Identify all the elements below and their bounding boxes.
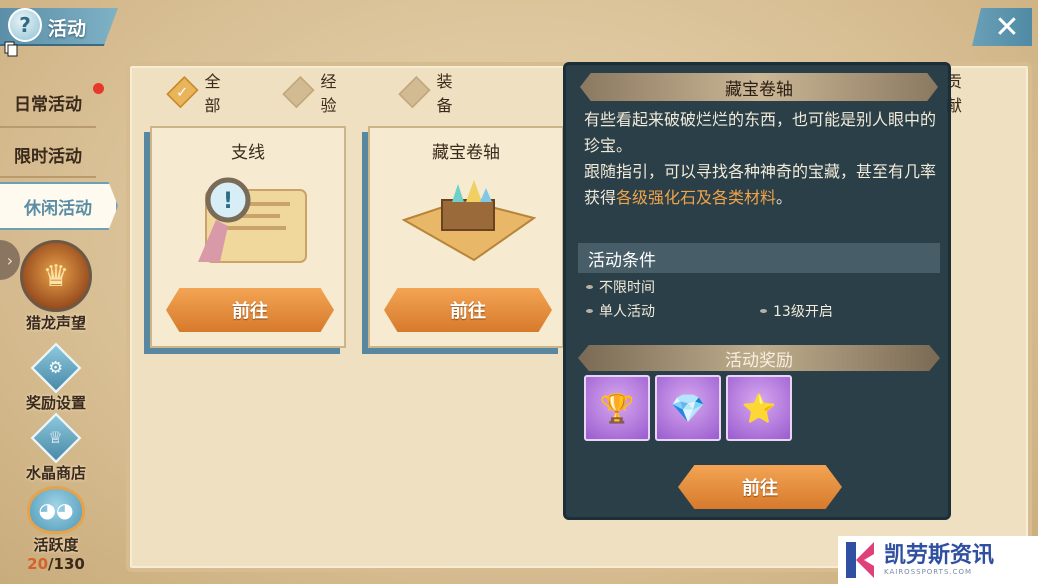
check-icon: ✓ — [166, 76, 199, 108]
filter-diamond-icon — [398, 76, 431, 108]
filter-diamond-icon — [282, 76, 315, 108]
document-icon — [4, 41, 18, 57]
quest-scroll-icon: ! — [176, 170, 324, 274]
crystal-shop-icon: ♕ — [30, 412, 82, 464]
activity-detail-popup: 藏宝卷轴 有些看起来破破烂烂的东西，也可能是别人眼中的珍宝。 跟随指引，可以寻找… — [563, 62, 951, 520]
nav-item-label: 限时活动 — [14, 146, 82, 167]
dragon-emblem-icon: ♛ — [20, 240, 92, 312]
help-icon[interactable]: ? — [8, 8, 42, 42]
condition-item: 单人活动 — [586, 301, 655, 321]
side-button-reward-settings[interactable]: ⚙ 奖励设置 — [14, 342, 98, 413]
card-title: 藏宝卷轴 — [432, 143, 500, 163]
go-button[interactable]: 前往 — [166, 288, 334, 332]
activity-card-treasure-scroll[interactable]: 藏宝卷轴 前往 — [368, 126, 564, 348]
filter-label: 全部 — [204, 72, 221, 115]
gold-star-icon[interactable]: ⭐ — [726, 375, 792, 441]
filter-exp[interactable]: 经验 — [282, 72, 344, 115]
condition-item: 13级开启 — [760, 301, 833, 321]
go-button[interactable]: 前往 — [384, 288, 552, 332]
go-button[interactable]: 前往 — [678, 465, 842, 509]
mascot-icon: ◕◕ — [27, 486, 85, 534]
gear-icon: ⚙ — [30, 342, 82, 394]
watermark: 凯劳斯资讯 KAIROSSPORTS.COM — [838, 536, 1038, 584]
nav-divider — [0, 176, 96, 178]
desc-line-2: 跟随指引，可以寻找各种神奇的宝藏，甚至有几率获得各级强化石及各类材料。 — [584, 162, 937, 207]
side-button-dragon-reputation[interactable]: ♛ 猎龙声望 — [14, 240, 98, 333]
nav-divider — [0, 126, 96, 128]
nav-item-daily[interactable]: 日常活动 — [0, 82, 100, 122]
side-button-crystal-shop[interactable]: ♕ 水晶商店 — [14, 412, 98, 483]
nav-item-label: 休闲活动 — [24, 198, 92, 219]
filter-all[interactable]: ✓ 全部 — [166, 72, 228, 115]
activity-card-side-quest[interactable]: 支线 ! 前往 — [150, 126, 346, 348]
activity-current: 20 — [27, 555, 49, 573]
popup-description: 有些看起来破破烂烂的东西，也可能是别人眼中的珍宝。 跟随指引，可以寻找各种神奇的… — [584, 107, 940, 211]
logo-icon — [846, 542, 874, 578]
watermark-subtitle: KAIROSSPORTS.COM — [884, 568, 973, 576]
rewards-header: 活动奖励 — [578, 345, 940, 371]
notification-badge — [93, 83, 104, 94]
svg-text:!: ! — [223, 189, 233, 214]
watermark-title: 凯劳斯资讯 — [884, 543, 995, 568]
side-button-label: 奖励设置 — [25, 394, 86, 412]
page-title: 活动 — [48, 18, 87, 40]
activity-count: 20/130 — [14, 555, 98, 573]
nav-item-casual[interactable]: 休闲活动 — [0, 182, 118, 230]
desc-line-1: 有些看起来破破烂烂的东西，也可能是别人眼中的珍宝。 — [584, 110, 937, 155]
side-button-label: 水晶商店 — [25, 464, 86, 482]
filter-equipment[interactable]: 装备 — [398, 72, 460, 115]
activity-total: /130 — [48, 555, 85, 573]
popup-title: 藏宝卷轴 — [580, 73, 938, 101]
side-button-label: 猎龙声望 — [25, 314, 86, 332]
side-button-activity[interactable]: ◕◕ 活跃度 20/130 — [14, 486, 98, 573]
blue-crystal-icon[interactable]: 💎 — [655, 375, 721, 441]
nav-item-label: 日常活动 — [14, 94, 82, 115]
close-icon: ✕ — [994, 9, 1020, 45]
desc-highlight: 各级强化石及各类材料 — [616, 188, 777, 207]
card-title: 支线 — [231, 143, 265, 163]
top-bar: ? 活动 ✕ — [0, 0, 1038, 57]
filter-label: 经验 — [320, 72, 337, 115]
filter-label: 装备 — [436, 72, 453, 115]
close-button[interactable]: ✕ — [972, 8, 1032, 46]
nav-item-limited[interactable]: 限时活动 — [0, 134, 100, 174]
conditions-header: 活动条件 — [578, 243, 940, 273]
golden-chest-icon[interactable]: 🏆 — [584, 375, 650, 441]
side-button-label: 活跃度 — [33, 536, 79, 554]
treasure-map-icon — [394, 170, 542, 274]
condition-item: 不限时间 — [586, 277, 655, 297]
